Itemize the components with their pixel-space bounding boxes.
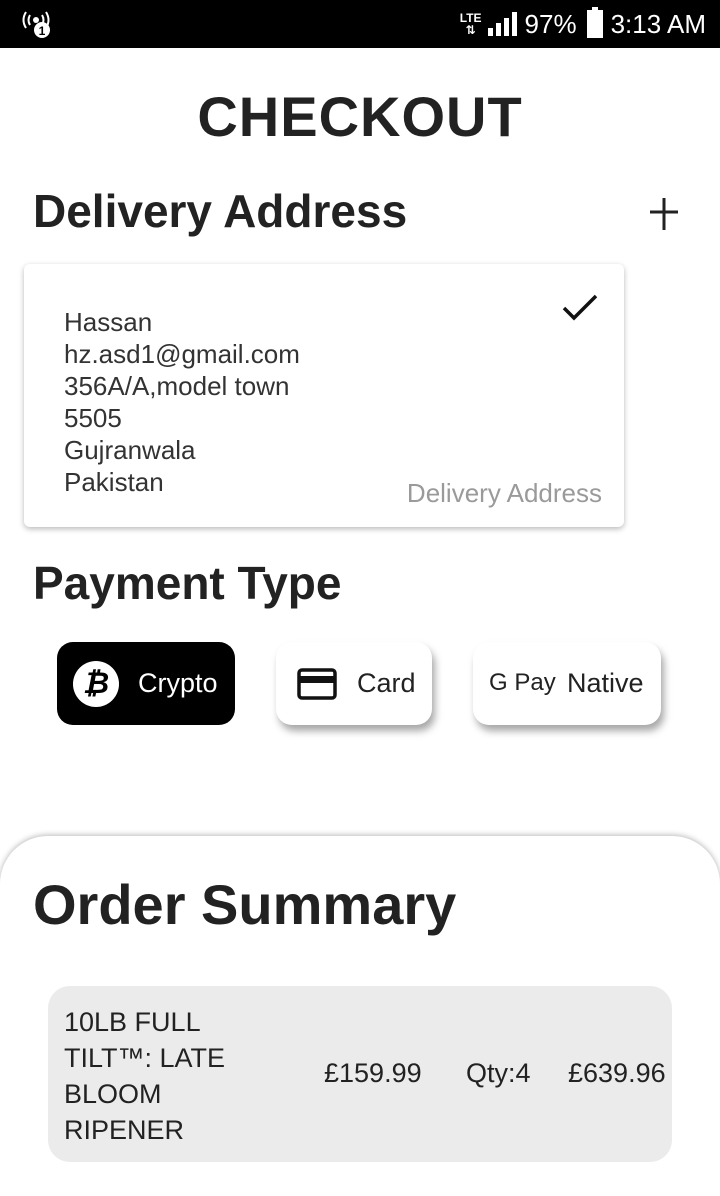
- payment-option-native[interactable]: G Pay Native: [473, 642, 661, 725]
- address-city: Gujranwala: [64, 435, 196, 465]
- payment-option-label: Native: [567, 668, 644, 698]
- payment-option-label: Card: [357, 668, 416, 698]
- signal-icon: [487, 12, 517, 36]
- order-summary-panel: Order Summary 10LB FULL TILT™: LATE BLOO…: [0, 836, 720, 1196]
- address-card[interactable]: Hassan hz.asd1@gmail.com 356A/A,model to…: [24, 264, 624, 527]
- plus-icon: [650, 198, 678, 230]
- order-item-total: £639.96: [568, 1058, 666, 1088]
- address-details: Hassan hz.asd1@gmail.com 356A/A,model to…: [64, 306, 300, 498]
- battery-percent: 97%: [524, 8, 577, 39]
- order-item-row[interactable]: 10LB FULL TILT™: LATE BLOOM RIPENER £159…: [48, 986, 672, 1162]
- payment-option-label: Crypto: [138, 668, 218, 698]
- hotspot-icon: 1: [20, 8, 56, 40]
- network-type: LTE ⇅: [459, 11, 482, 37]
- payment-type-heading: Payment Type: [33, 557, 342, 609]
- address-street: 356A/A,model town: [64, 371, 290, 401]
- status-bar: 1 LTE ⇅ 97% 3:13 AM: [0, 0, 720, 48]
- add-address-button[interactable]: [640, 190, 688, 238]
- address-country: Pakistan: [64, 467, 164, 497]
- page-title: CHECKOUT: [197, 85, 523, 148]
- address-type-label: Delivery Address: [406, 478, 602, 508]
- order-item-name: 10LB FULL TILT™: LATE BLOOM RIPENER: [64, 1007, 226, 1145]
- order-summary-heading: Order Summary: [33, 873, 457, 936]
- clock: 3:13 AM: [610, 8, 706, 39]
- battery-icon: [586, 7, 603, 38]
- payment-option-card[interactable]: Card: [276, 642, 432, 725]
- bitcoin-icon: ₿: [73, 661, 119, 707]
- delivery-address-heading: Delivery Address: [33, 185, 408, 237]
- credit-card-icon: [297, 668, 337, 700]
- status-indicators: LTE ⇅ 97% 3:13 AM: [460, 0, 706, 48]
- order-item-quantity: Qty:4: [466, 1058, 531, 1088]
- checkmark-icon: [562, 294, 598, 321]
- payment-option-crypto[interactable]: ₿ Crypto: [57, 642, 235, 725]
- address-name: Hassan: [64, 307, 153, 337]
- address-email: hz.asd1@gmail.com: [64, 339, 300, 369]
- order-item-price: £159.99: [324, 1058, 422, 1088]
- address-postal-code: 5505: [64, 403, 122, 433]
- google-pay-icon: G Pay: [489, 669, 556, 696]
- notification-badge: 1: [39, 24, 46, 38]
